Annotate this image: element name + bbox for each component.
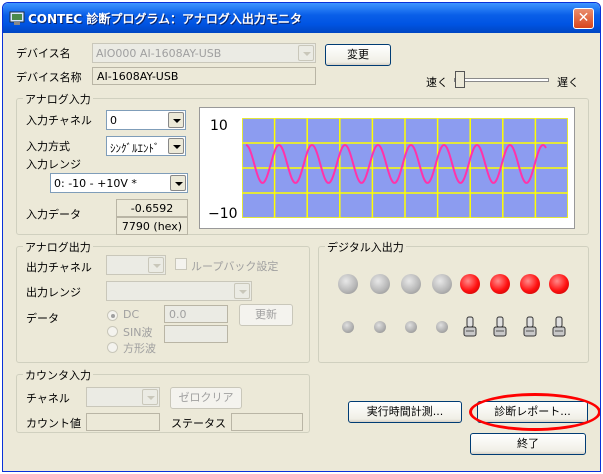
input-range-select[interactable]: 0: -10 - +10V * xyxy=(50,173,188,193)
counter-channel-label: チャネル xyxy=(26,392,70,405)
speed-slider-track[interactable] xyxy=(454,78,549,82)
chevron-down-icon xyxy=(142,389,158,405)
plot-y-bottom-label: −10 xyxy=(208,206,238,222)
digital-io-title: デジタル入出力 xyxy=(325,239,406,255)
app-icon xyxy=(9,11,25,25)
output-data-label: データ xyxy=(26,312,59,325)
dc-label: DC xyxy=(123,308,140,321)
output-led-0[interactable] xyxy=(338,274,358,294)
waveform-plot: 10 −10 xyxy=(199,107,575,229)
dc-value-field[interactable]: 0.0 xyxy=(164,305,228,323)
dc-radio[interactable] xyxy=(107,310,118,321)
chevron-down-icon xyxy=(170,175,186,191)
chevron-down-icon xyxy=(298,45,314,61)
square-radio[interactable] xyxy=(107,342,118,353)
chevron-down-icon xyxy=(168,112,184,128)
input-mode-select[interactable]: ｼﾝｸﾞﾙｴﾝﾄﾞ xyxy=(106,136,186,156)
title-bar[interactable]: CONTEC 診断プログラム：アナログ入出力モニタ ✕ xyxy=(3,3,600,33)
input-led-3 xyxy=(436,321,448,333)
input-data-label: 入力データ xyxy=(26,208,81,221)
highlight-ellipse xyxy=(469,393,600,431)
input-range-label: 入力レンジ xyxy=(26,158,81,171)
sin-label: SIN波 xyxy=(123,326,153,339)
device-name-label: デバイス名 xyxy=(16,47,71,60)
sin-value-field[interactable] xyxy=(164,325,228,343)
device-name-select[interactable]: AIO000 AI-1608AY-USB xyxy=(92,43,316,63)
counter-channel-select[interactable] xyxy=(86,387,160,407)
output-led-5[interactable] xyxy=(490,274,510,294)
close-icon: ✕ xyxy=(577,10,590,26)
input-led-1 xyxy=(374,321,386,333)
input-data-field: -0.6592 xyxy=(116,199,188,217)
toggle-switch-icon[interactable] xyxy=(493,315,507,339)
output-channel-select[interactable] xyxy=(106,255,166,275)
input-channel-select[interactable]: 0 xyxy=(106,110,186,130)
chevron-down-icon xyxy=(234,283,250,299)
speed-fast-label: 速く xyxy=(426,76,448,89)
input-led-2 xyxy=(405,321,417,333)
loopback-label: ループバック設定 xyxy=(191,260,279,273)
output-led-2[interactable] xyxy=(401,274,421,294)
device-model-field: AI-1608AY-USB xyxy=(92,67,316,85)
input-range-value: 0: -10 - +10V * xyxy=(54,177,137,190)
change-device-button[interactable]: 変更 xyxy=(325,44,391,66)
status-field xyxy=(231,413,303,431)
output-led-6[interactable] xyxy=(520,274,540,294)
output-led-1[interactable] xyxy=(370,274,390,294)
analog-input-title: アナログ入力 xyxy=(23,91,93,107)
chevron-down-icon xyxy=(148,257,164,273)
loopback-checkbox[interactable] xyxy=(175,258,187,270)
output-range-label: 出力レンジ xyxy=(26,286,81,299)
digital-io-group: デジタル入出力 xyxy=(318,239,589,363)
square-label: 方形波 xyxy=(123,342,156,355)
exit-button[interactable]: 終了 xyxy=(470,433,586,455)
waveform-canvas xyxy=(242,118,568,218)
analog-output-title: アナログ出力 xyxy=(23,239,93,255)
output-led-4[interactable] xyxy=(460,274,480,294)
toggle-switch-icon[interactable] xyxy=(523,315,537,339)
count-value-field xyxy=(86,413,160,431)
toggle-switch-icon[interactable] xyxy=(552,315,566,339)
input-channel-value: 0 xyxy=(110,114,117,127)
output-channel-label: 出力チャネル xyxy=(26,261,92,274)
zero-clear-button[interactable]: ゼロクリア xyxy=(170,387,242,409)
count-value-label: カウント値 xyxy=(26,417,81,430)
window-title: CONTEC 診断プログラム：アナログ入出力モニタ xyxy=(28,12,302,26)
chevron-down-icon xyxy=(168,138,184,154)
counter-title: カウンタ入力 xyxy=(23,367,93,383)
output-range-select[interactable] xyxy=(106,281,252,301)
speed-slider-thumb[interactable] xyxy=(455,71,465,88)
status-label: ステータス xyxy=(171,417,226,430)
sin-radio[interactable] xyxy=(107,326,118,337)
close-button[interactable]: ✕ xyxy=(573,8,594,29)
output-led-7[interactable] xyxy=(549,274,569,294)
input-data-hex-field: 7790 (hex) xyxy=(116,217,188,235)
toggle-switch-icon[interactable] xyxy=(463,315,477,339)
runtime-measure-button[interactable]: 実行時間計測... xyxy=(348,401,462,423)
speed-slow-label: 遅く xyxy=(557,76,579,89)
output-led-3[interactable] xyxy=(432,274,452,294)
input-channel-label: 入力チャネル xyxy=(26,114,92,127)
input-mode-label: 入力方式 xyxy=(26,140,70,153)
input-mode-value: ｼﾝｸﾞﾙｴﾝﾄﾞ xyxy=(110,142,160,155)
device-name-value: AIO000 AI-1608AY-USB xyxy=(96,47,222,60)
update-button[interactable]: 更新 xyxy=(239,304,293,326)
plot-y-top-label: 10 xyxy=(210,118,228,134)
device-model-label: デバイス名称 xyxy=(16,71,82,84)
input-led-0 xyxy=(342,321,354,333)
app-window: CONTEC 診断プログラム：アナログ入出力モニタ ✕ デバイス名 AIO000… xyxy=(2,2,601,472)
